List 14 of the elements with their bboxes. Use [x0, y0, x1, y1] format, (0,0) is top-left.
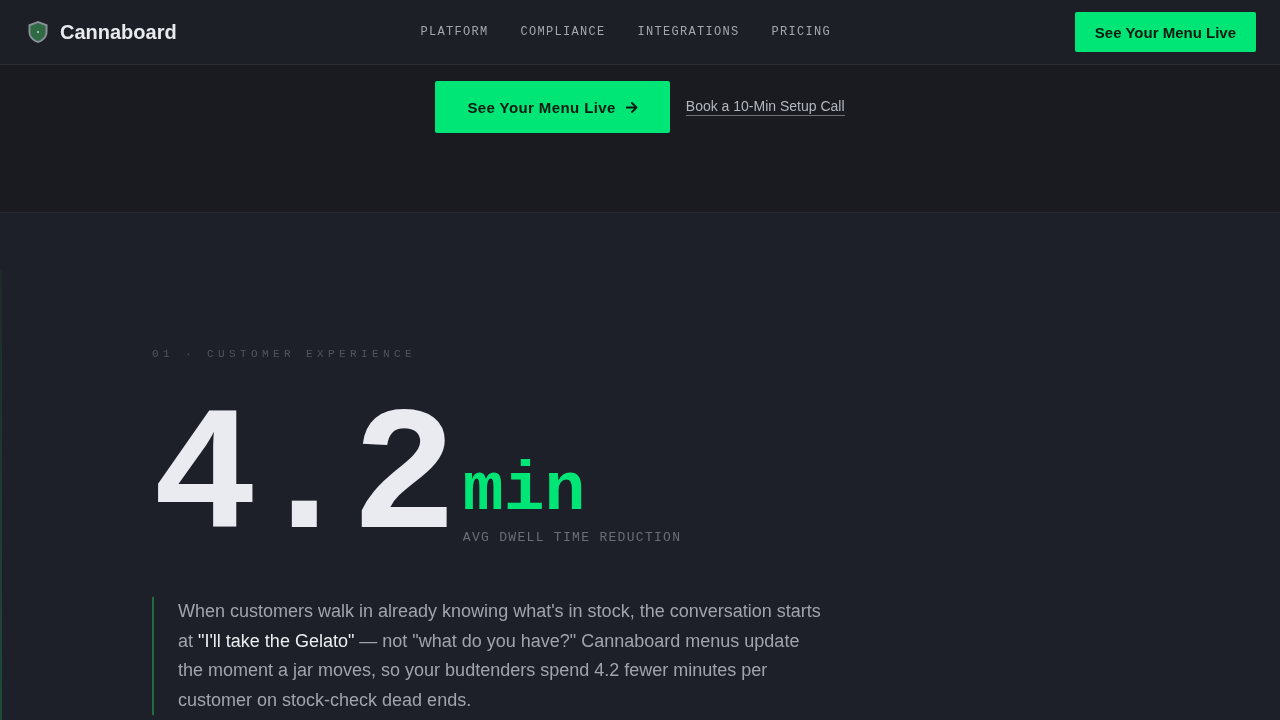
cta-button[interactable]: See Your Menu Live: [1074, 12, 1256, 52]
nav-link[interactable]: PRICING: [771, 25, 832, 39]
cta-button[interactable]: See Your Menu Live: [435, 81, 670, 133]
nav-link[interactable]: COMPLIANCE: [520, 25, 606, 39]
quote-paragraph: When customers walk in already knowing what's in stock, the conversation starts at "I'll take the Gelato" — not "what do you have?" Cannaboard menus update the moment a jar moves, so your budtenders spend 4.2 fewer minutes per customer on stock-check dead ends.: [152, 597, 824, 715]
setup-call-link[interactable]: Book a 10-Min Setup Call: [685, 98, 845, 116]
stat-value: 4.2: [152, 392, 451, 568]
arrow-right-icon: [625, 101, 638, 113]
stat-unit: min: [462, 457, 587, 525]
nav-link[interactable]: PLATFORM: [420, 25, 489, 39]
brand-name[interactable]: Cannaboard: [60, 20, 177, 44]
nav-link[interactable]: INTEGRATIONS: [637, 25, 740, 39]
shield-logo-icon: [27, 20, 49, 44]
stat-caption: AVG DWELL TIME REDUCTION: [462, 530, 682, 546]
